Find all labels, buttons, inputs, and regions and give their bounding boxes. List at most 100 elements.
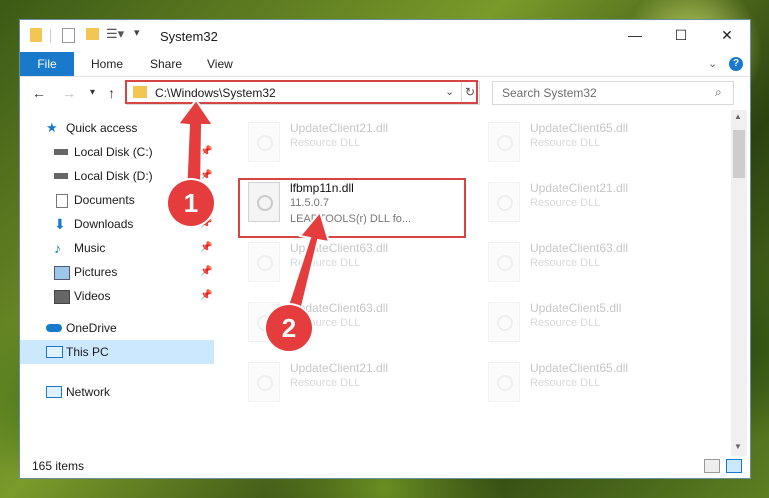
navigation-bar: ← → ▾ ↑ C:\Windows\System32 ⌄ ↻ Search S… xyxy=(20,77,750,109)
title-bar: ☰▾ ▾ System32 — ☐ ✕ xyxy=(20,20,750,51)
scroll-down-icon[interactable]: ▼ xyxy=(734,442,742,451)
file-type: Resource DLL xyxy=(530,197,601,209)
customize-icon[interactable]: ☰▾ xyxy=(106,26,124,42)
sidebar-item-pictures[interactable]: Pictures 📌 xyxy=(20,260,214,284)
file-type: Resource DLL xyxy=(290,137,361,149)
details-view-icon[interactable] xyxy=(704,459,720,473)
computer-icon xyxy=(46,346,63,358)
file-name: UpdateClient21.dll xyxy=(530,181,629,195)
file-type: Resource DLL xyxy=(530,377,601,389)
maximize-button[interactable]: ☐ xyxy=(658,20,704,51)
up-arrow-icon[interactable]: ↑ xyxy=(108,85,115,101)
explorer-window: ☰▾ ▾ System32 — ☐ ✕ File Home Share View… xyxy=(20,20,750,478)
tab-view[interactable]: View xyxy=(207,52,233,76)
file-name: UpdateClient65.dll xyxy=(530,121,629,135)
vertical-scrollbar[interactable]: ▲ ▼ xyxy=(731,110,747,456)
list-item[interactable]: UpdateClient21.dll Resource DLL xyxy=(240,358,440,412)
sidebar-item-network[interactable]: Network xyxy=(20,380,214,404)
dll-file-icon xyxy=(248,242,280,282)
file-type: Resource DLL xyxy=(530,257,601,269)
tab-share[interactable]: Share xyxy=(150,52,182,76)
dll-file-icon xyxy=(488,242,520,282)
close-button[interactable]: ✕ xyxy=(704,20,750,51)
file-name: UpdateClient65.dll xyxy=(530,361,629,375)
forward-arrow-icon[interactable]: → xyxy=(62,85,76,101)
sidebar-item-label: Videos xyxy=(74,289,111,303)
sidebar-item-label: This PC xyxy=(66,345,109,359)
dll-file-icon xyxy=(488,362,520,402)
address-highlight-box xyxy=(125,80,478,104)
list-item[interactable]: UpdateClient63.dll Resource DLL xyxy=(240,238,440,292)
sidebar-item-onedrive[interactable]: OneDrive xyxy=(20,316,214,340)
callout-badge-one: 1 xyxy=(168,180,214,226)
file-type: Resource DLL xyxy=(530,137,601,149)
recent-locations-icon[interactable]: ▾ xyxy=(90,87,95,98)
list-item[interactable]: UpdateClient5.dll Resource DLL xyxy=(480,298,680,352)
file-type: Resource DLL xyxy=(530,317,601,329)
dll-file-icon xyxy=(488,302,520,342)
back-arrow-icon[interactable]: ← xyxy=(32,85,46,101)
sidebar-item-label: Local Disk (C:) xyxy=(74,145,153,159)
list-item[interactable]: UpdateClient63.dll Resource DLL xyxy=(480,238,680,292)
sidebar-item-local-disk-c[interactable]: Local Disk (C:) 📌 xyxy=(20,140,214,164)
window-title: System32 xyxy=(160,29,218,44)
list-item[interactable]: UpdateClient65.dll Resource DLL xyxy=(480,358,680,412)
scrollbar-thumb[interactable] xyxy=(733,130,745,178)
sidebar-item-label: Network xyxy=(66,385,111,399)
dll-file-icon xyxy=(488,182,520,222)
list-item[interactable]: UpdateClient21.dll Resource DLL xyxy=(480,178,680,232)
sidebar-item-this-pc[interactable]: This PC xyxy=(20,340,214,364)
search-placeholder: Search System32 xyxy=(502,86,597,100)
list-item[interactable]: UpdateClient21.dll Resource DLL xyxy=(240,118,440,172)
sidebar-item-label: Documents xyxy=(74,193,135,207)
tab-home[interactable]: Home xyxy=(91,52,123,76)
file-name: UpdateClient5.dll xyxy=(530,301,622,315)
search-icon[interactable]: ⌕ xyxy=(715,85,722,100)
sidebar-item-label: Downloads xyxy=(74,217,134,231)
sidebar-item-label: Quick access xyxy=(66,121,138,135)
tab-file[interactable]: File xyxy=(20,52,74,76)
separator xyxy=(50,29,51,43)
file-type: Resource DLL xyxy=(290,257,361,269)
pin-icon[interactable]: 📌 xyxy=(200,236,212,260)
ribbon: File Home Share View ⌄ ? xyxy=(20,52,750,77)
file-type: Resource DLL xyxy=(290,377,361,389)
scroll-up-icon[interactable]: ▲ xyxy=(734,112,742,121)
sidebar-item-label: Local Disk (D:) xyxy=(74,169,153,183)
drive-icon xyxy=(54,173,68,179)
film-icon xyxy=(54,290,70,304)
sidebar-item-videos[interactable]: Videos 📌 xyxy=(20,284,214,308)
sidebar-item-label: OneDrive xyxy=(66,321,117,335)
sidebar-item-music[interactable]: ♪ Music 📌 xyxy=(20,236,214,260)
sidebar-item-label: Music xyxy=(74,241,106,255)
pin-icon[interactable]: 📌 xyxy=(200,260,212,284)
dll-file-icon xyxy=(248,122,280,162)
help-icon[interactable]: ? xyxy=(729,57,743,71)
properties-icon[interactable] xyxy=(62,28,75,43)
network-icon xyxy=(46,386,62,398)
pin-icon[interactable]: 📌 xyxy=(200,140,212,164)
drive-icon xyxy=(54,149,68,155)
chevron-down-icon[interactable]: ▾ xyxy=(134,26,140,39)
navigation-pane: ★ Quick access Local Disk (C:) 📌 Local D… xyxy=(20,116,214,446)
cloud-icon xyxy=(46,324,62,332)
list-item[interactable]: UpdateClient65.dll Resource DLL xyxy=(480,118,680,172)
dll-file-icon xyxy=(248,362,280,402)
tiles-view-icon[interactable] xyxy=(726,459,742,473)
download-arrow-icon: ⬇ xyxy=(54,216,66,232)
sidebar-item-label: Pictures xyxy=(74,265,118,279)
minimize-button[interactable]: — xyxy=(612,20,658,51)
sidebar-item-quick-access[interactable]: ★ Quick access xyxy=(20,116,214,140)
expand-ribbon-icon[interactable]: ⌄ xyxy=(708,52,717,76)
dll-file-icon xyxy=(488,122,520,162)
star-icon: ★ xyxy=(46,120,58,135)
item-count: 165 items xyxy=(32,459,85,473)
picture-icon xyxy=(54,266,70,280)
search-input[interactable]: Search System32 ⌕ xyxy=(492,81,734,105)
pin-icon[interactable]: 📌 xyxy=(200,284,212,308)
music-note-icon: ♪ xyxy=(54,240,61,256)
new-folder-icon[interactable] xyxy=(86,28,99,40)
file-name: UpdateClient21.dll xyxy=(290,361,389,375)
file-name: UpdateClient63.dll xyxy=(530,241,629,255)
file-list: UpdateClient21.dll Resource DLL UpdateCl… xyxy=(220,110,732,450)
